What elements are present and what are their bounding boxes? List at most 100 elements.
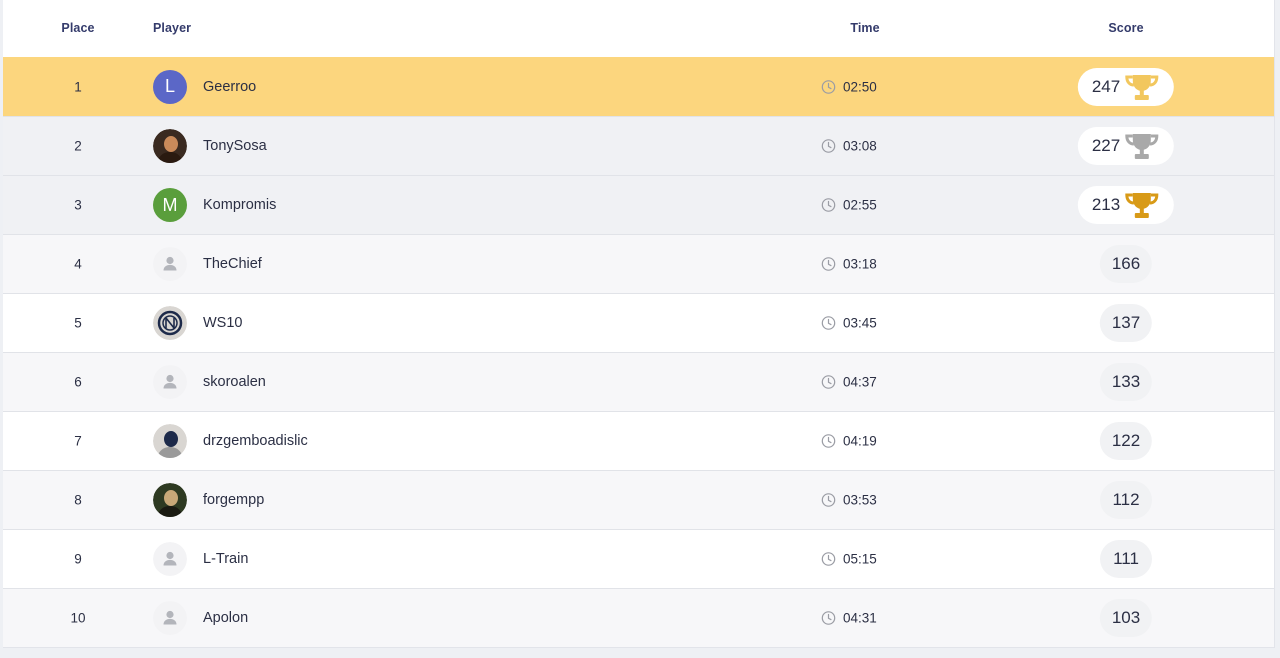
score-value: 137 [1111, 313, 1141, 332]
table-row[interactable]: 6 skoroalen 04:37 133 [3, 352, 1274, 411]
player-name[interactable]: Kompromis [203, 197, 276, 213]
clock-icon [821, 79, 836, 94]
table-row[interactable]: 2 TonySosa 03:08 227 [3, 116, 1274, 175]
place-number: 7 [74, 433, 82, 449]
time-cell: 03:08 [821, 139, 877, 154]
header-player: Player [153, 21, 192, 35]
score-value: 112 [1112, 490, 1140, 509]
avatar[interactable]: L [153, 69, 187, 104]
place-number: 6 [74, 374, 82, 390]
table-row[interactable]: 10 Apolon 04:31 103 [3, 588, 1274, 647]
time-cell: 02:50 [821, 79, 877, 94]
clock-icon [821, 257, 836, 272]
place-number: 9 [74, 551, 82, 567]
silver-trophy-icon [1124, 131, 1160, 161]
clock-icon [821, 139, 836, 154]
player-name[interactable]: Apolon [203, 610, 248, 626]
user-photo-icon[interactable] [153, 424, 187, 458]
score-badge: 122 [1099, 422, 1153, 460]
player-name[interactable]: TheChief [203, 256, 262, 272]
player-name[interactable]: drzgemboadislic [203, 433, 308, 449]
header-time: Time [850, 21, 880, 35]
place-number: 2 [74, 138, 82, 154]
score-badge: 213 [1077, 186, 1175, 224]
score-badge: 112 [1100, 481, 1152, 519]
time-value: 04:19 [843, 433, 877, 449]
time-value: 03:53 [843, 492, 877, 508]
default-user-icon[interactable] [153, 247, 187, 281]
place-number: 10 [70, 610, 86, 626]
table-row[interactable]: 9 L-Train 05:15 111 [3, 529, 1274, 588]
time-cell: 03:18 [821, 257, 877, 272]
place-number: 8 [74, 492, 82, 508]
time-cell: 03:53 [821, 493, 877, 508]
time-cell: 03:45 [821, 316, 877, 331]
score-badge: 103 [1099, 599, 1153, 637]
clock-icon [821, 611, 836, 626]
score-badge: 166 [1099, 245, 1153, 283]
player-name[interactable]: WS10 [203, 315, 243, 331]
player-name[interactable]: forgempp [203, 492, 264, 508]
table-row[interactable]: 7 drzgemboadislic 04:19 122 [3, 411, 1274, 470]
place-number: 3 [74, 197, 82, 213]
club-logo-icon[interactable] [153, 306, 187, 340]
player-name[interactable]: skoroalen [203, 374, 266, 390]
score-value: 103 [1111, 608, 1141, 627]
place-number: 4 [74, 256, 82, 272]
score-badge: 133 [1099, 363, 1153, 401]
score-value: 122 [1111, 431, 1141, 450]
clock-icon [821, 375, 836, 390]
user-photo-icon[interactable] [153, 129, 187, 163]
player-name[interactable]: L-Train [203, 551, 248, 567]
place-number: 5 [74, 315, 82, 331]
header-score: Score [1108, 21, 1144, 35]
table-row[interactable]: 4 TheChief 03:18 166 [3, 234, 1274, 293]
score-value: 111 [1113, 549, 1139, 568]
player-name[interactable]: TonySosa [203, 138, 267, 154]
score-value: 247 [1091, 76, 1121, 96]
user-photo-icon[interactable] [153, 483, 187, 517]
time-cell: 02:55 [821, 198, 877, 213]
clock-icon [821, 434, 836, 449]
table-header: Place Player Time Score [3, 0, 1274, 57]
default-user-icon[interactable] [153, 542, 187, 576]
default-user-icon[interactable] [153, 365, 187, 399]
avatar-letter: L [164, 76, 175, 96]
time-cell: 05:15 [821, 552, 877, 567]
avatar-letter: M [162, 194, 178, 215]
score-badge: 137 [1099, 304, 1153, 342]
time-cell: 04:31 [821, 611, 877, 626]
avatar[interactable]: M [153, 188, 187, 222]
time-value: 04:37 [843, 374, 877, 390]
table-row[interactable]: 1 L Geerroo 02:50 247 [3, 57, 1274, 116]
table-body: 1 L Geerroo 02:50 247 2 TonySosa 03:08 227 3 M Komp… [3, 57, 1274, 647]
time-value: 03:08 [843, 138, 877, 154]
table-row[interactable]: 8 forgempp 03:53 112 [3, 470, 1274, 529]
time-value: 03:18 [843, 256, 877, 272]
time-value: 02:50 [843, 79, 877, 94]
leaderboard-table: Place Player Time Score 1 L Geerroo 02:50 24… [3, 0, 1275, 648]
player-name[interactable]: Geerroo [203, 79, 256, 95]
score-value: 133 [1111, 372, 1141, 391]
time-value: 02:55 [843, 197, 877, 213]
clock-icon [821, 198, 836, 213]
table-row[interactable]: 5 WS10 03:45 137 [3, 293, 1274, 352]
time-value: 05:15 [843, 551, 877, 567]
clock-icon [821, 493, 836, 508]
score-badge: 227 [1077, 127, 1175, 165]
header-place: Place [61, 21, 95, 35]
score-value: 166 [1111, 254, 1141, 273]
time-value: 04:31 [843, 610, 877, 626]
score-badge: 247 [1077, 67, 1175, 106]
place-number: 1 [74, 79, 82, 94]
time-value: 03:45 [843, 315, 877, 331]
score-value: 227 [1091, 136, 1121, 155]
clock-icon [821, 552, 836, 567]
clock-icon [821, 316, 836, 331]
default-user-icon[interactable] [153, 601, 187, 635]
score-badge: 111 [1100, 540, 1152, 578]
score-value: 213 [1091, 195, 1121, 214]
table-row[interactable]: 3 M Kompromis 02:55 213 [3, 175, 1274, 234]
time-cell: 04:19 [821, 434, 877, 449]
bronze-trophy-icon [1124, 190, 1160, 220]
